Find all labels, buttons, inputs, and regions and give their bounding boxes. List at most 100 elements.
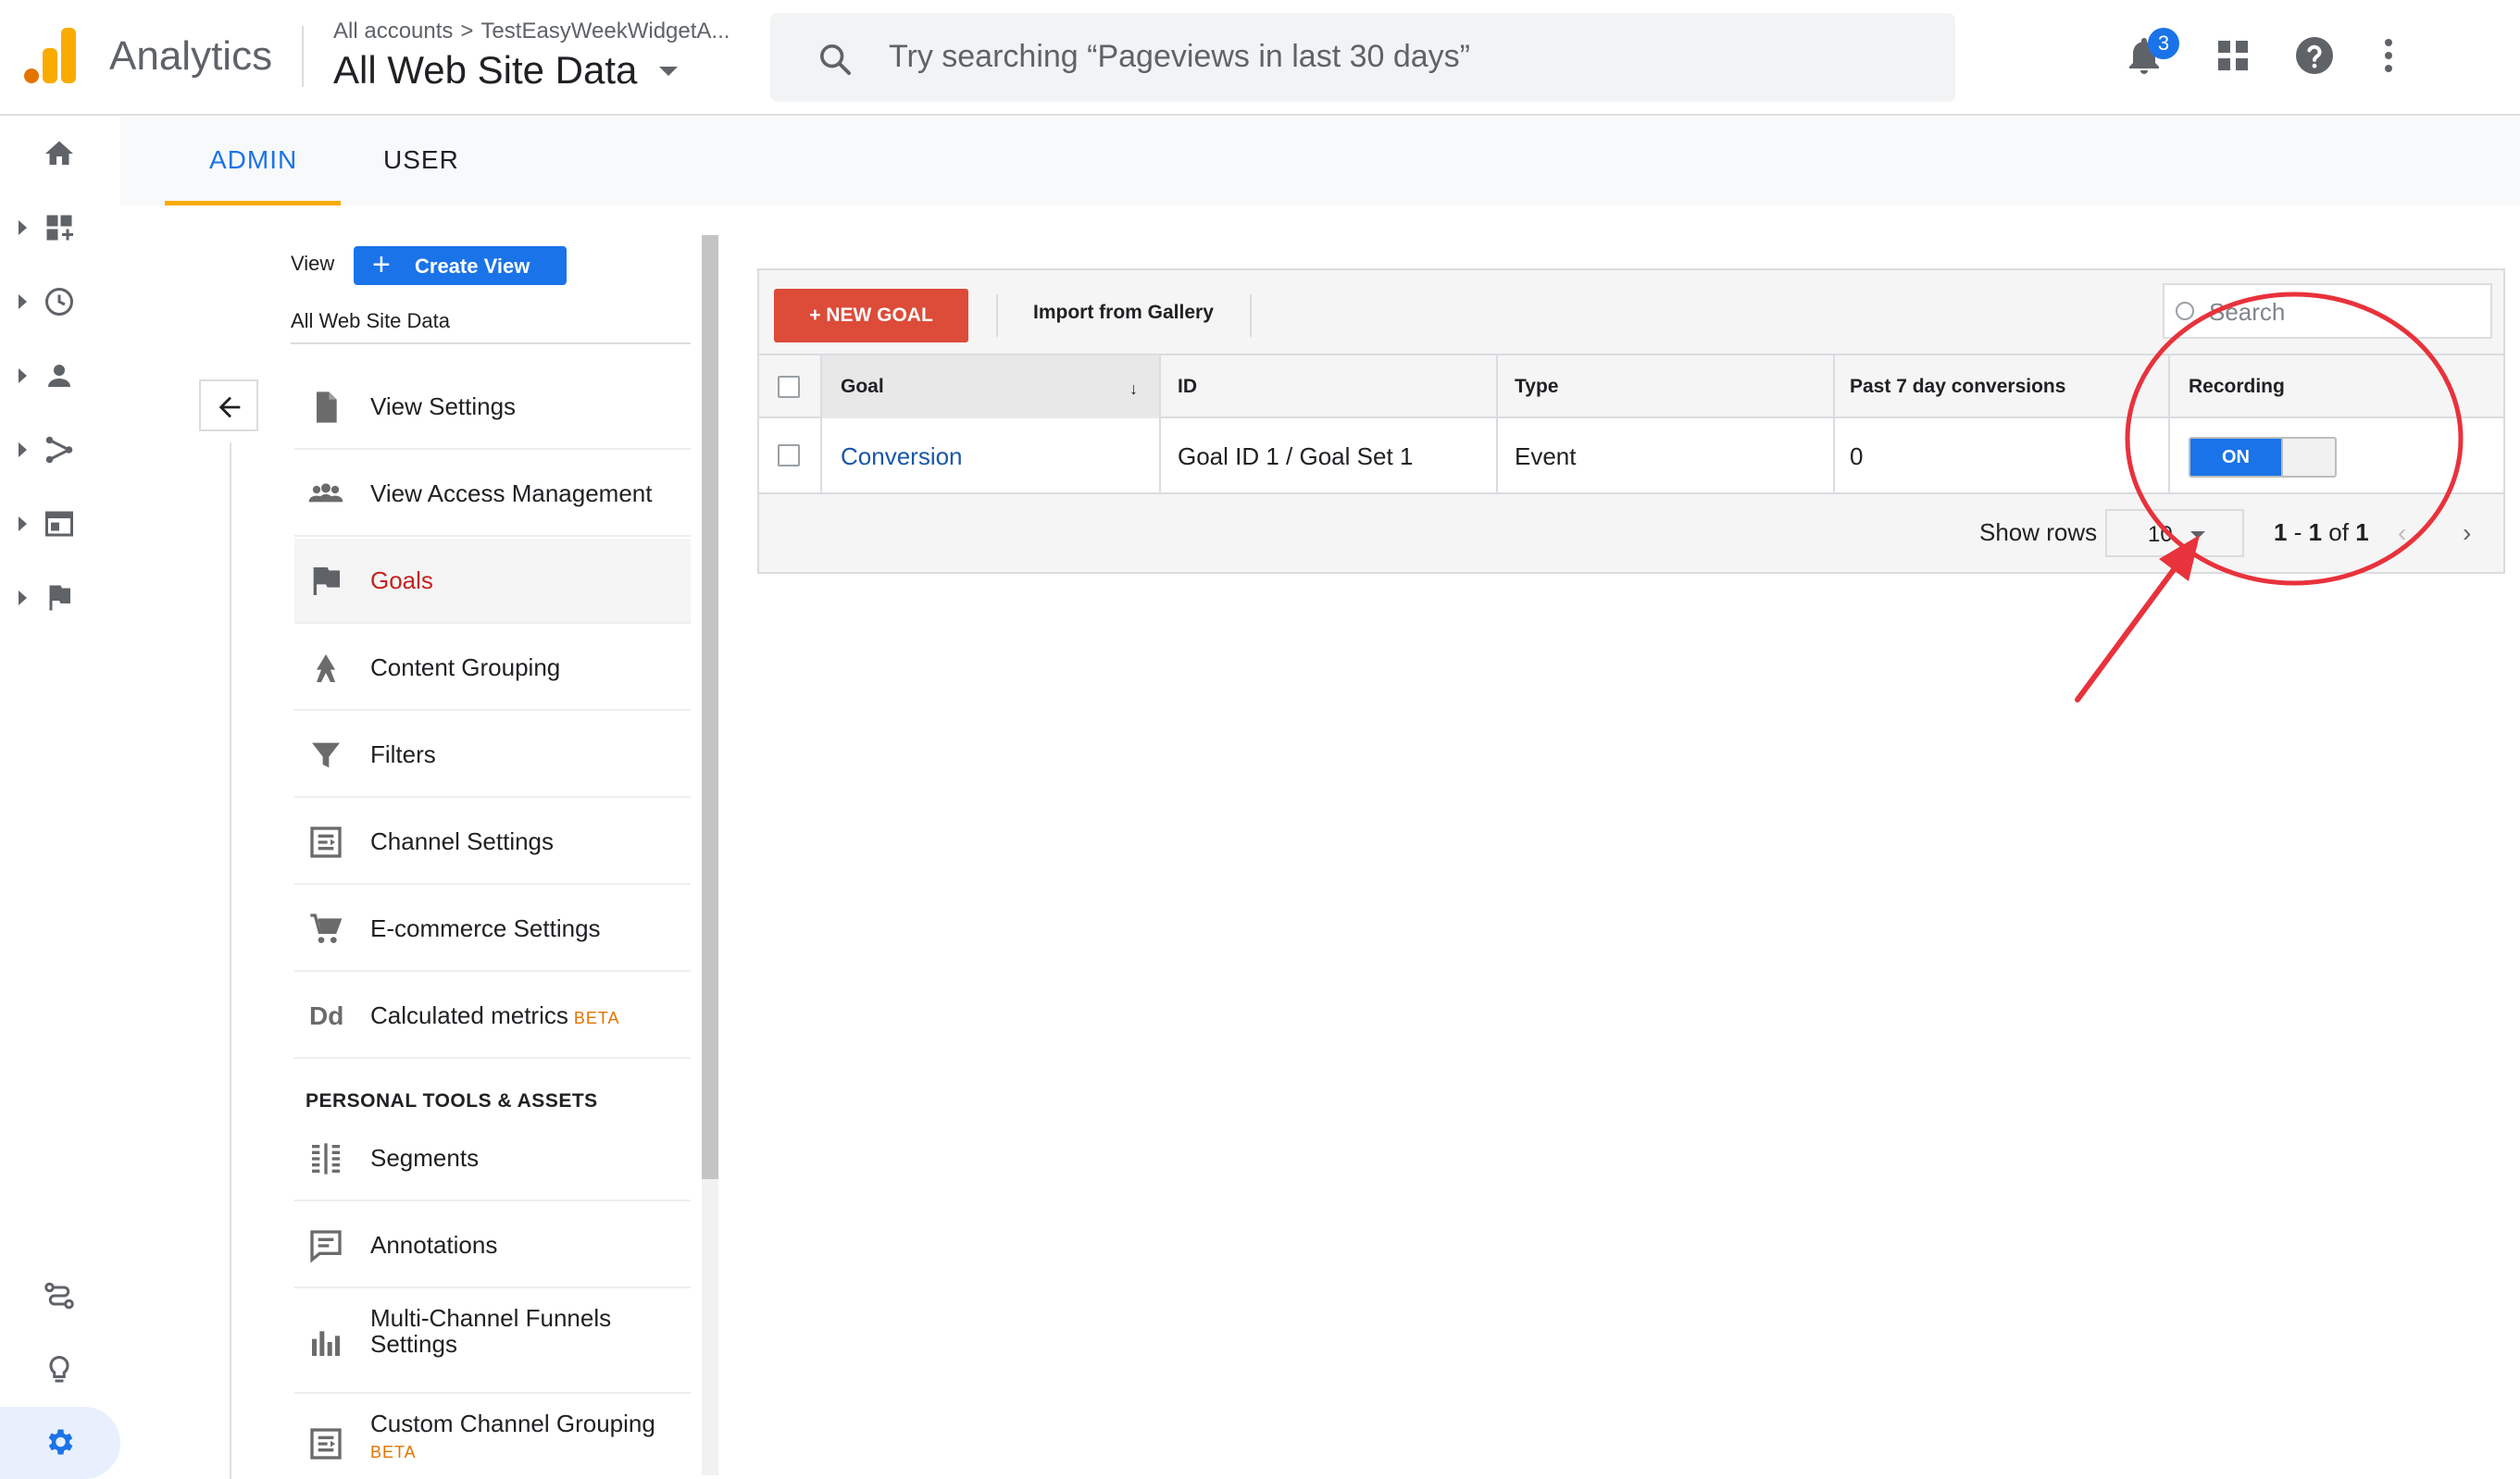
caret-down-icon[interactable] [659, 67, 678, 76]
behavior-icon [45, 511, 73, 537]
header-divider [302, 26, 304, 87]
menu-annotations[interactable]: Annotations [294, 1203, 691, 1288]
prev-page-icon[interactable]: ‹ [2398, 520, 2406, 546]
selected-view-name[interactable]: All Web Site Data [291, 309, 450, 333]
menu-channel-settings[interactable]: Channel Settings [294, 800, 691, 885]
rail-customization[interactable] [0, 200, 120, 255]
tab-user[interactable]: USER [383, 145, 459, 175]
menu-content-grouping[interactable]: Content Grouping [294, 626, 691, 711]
import-from-gallery-link[interactable]: Import from Gallery [1033, 302, 1214, 324]
menu-label: Filters [370, 740, 436, 768]
menu-ecommerce-settings[interactable]: E-commerce Settings [294, 887, 691, 972]
menu-label: Content Grouping [370, 653, 561, 681]
menu-label: View Access Management [370, 479, 653, 507]
app-name: Analytics [109, 33, 273, 79]
column-divider [1833, 355, 1835, 416]
gear-icon [48, 1429, 73, 1455]
column-divider [1496, 355, 1498, 416]
goal-name-link[interactable]: Conversion [841, 442, 963, 471]
select-all-checkbox[interactable] [778, 376, 800, 398]
search-placeholder: Try searching “Pageviews in last 30 days… [889, 39, 1471, 74]
rail-realtime[interactable] [0, 274, 120, 329]
annotation-icon [310, 1230, 342, 1263]
back-button[interactable] [199, 379, 258, 431]
create-view-button[interactable]: + Create View [354, 246, 567, 285]
rail-attribution[interactable] [0, 1268, 120, 1324]
nav-column-line [230, 442, 231, 1479]
notification-badge: 3 [2148, 28, 2179, 59]
rail-behavior[interactable] [0, 496, 120, 552]
menu-calculated-metrics[interactable]: Dd Calculated metrics BETA [294, 974, 691, 1059]
search-bar[interactable]: Try searching “Pageviews in last 30 days… [770, 13, 1955, 102]
menu-label: Calculated metrics BETA [370, 1001, 620, 1029]
menu-multi-channel-funnels[interactable]: Multi-Channel Funnels Settings [294, 1290, 691, 1394]
acquisition-icon [45, 436, 73, 464]
rows-per-page-value: 10 [2148, 522, 2173, 547]
analytics-logo-icon[interactable] [24, 28, 78, 83]
beta-badge: BETA [573, 1009, 620, 1027]
rail-audience[interactable] [0, 348, 120, 404]
divider [291, 342, 691, 344]
create-view-label: Create View [415, 255, 530, 278]
rows-per-page-select[interactable]: 10 [2105, 509, 2244, 557]
filter-icon [312, 742, 340, 768]
plus-icon: + [372, 247, 391, 282]
menu-view-settings[interactable]: View Settings [294, 365, 691, 450]
menu-label: Annotations [370, 1231, 498, 1259]
rail-insights[interactable] [0, 1342, 120, 1398]
breadcrumb-account[interactable]: TestEasyWeekWidgetA... [480, 19, 730, 44]
active-tab-indicator [165, 201, 341, 205]
column-header-type[interactable]: Type [1515, 376, 1558, 398]
help-icon[interactable] [2292, 33, 2337, 78]
menu-goals[interactable]: Goals [294, 539, 691, 624]
row-checkbox[interactable] [778, 444, 800, 466]
rail-acquisition[interactable] [0, 422, 120, 478]
menu-label: E-commerce Settings [370, 914, 601, 942]
menu-label: Goals [370, 566, 433, 594]
menu-label: Custom Channel Grouping BETA [370, 1410, 655, 1461]
flag-icon [49, 585, 70, 611]
sort-desc-icon[interactable]: ↓ [1129, 379, 1138, 399]
menu-custom-channel-grouping[interactable]: Custom Channel Grouping BETA [294, 1396, 691, 1479]
people-icon [308, 483, 343, 503]
rail-home[interactable] [0, 126, 120, 181]
menu-filters[interactable]: Filters [294, 713, 691, 798]
toggle-knob[interactable] [2281, 439, 2335, 476]
document-icon [317, 392, 337, 423]
home-icon [45, 141, 73, 165]
scrollbar-thumb[interactable] [702, 235, 718, 1179]
recording-toggle[interactable]: ON [2189, 437, 2337, 478]
rail-admin[interactable] [0, 1407, 120, 1479]
more-vert-icon[interactable] [2366, 33, 2411, 78]
column-header-conversions[interactable]: Past 7 day conversions [1850, 376, 2065, 398]
annotation-arrow-line [2075, 562, 2180, 702]
column-divider [1159, 418, 1161, 492]
table-row: Conversion Goal ID 1 / Goal Set 1 Event … [759, 418, 2503, 494]
caret-down-icon [2190, 531, 2205, 539]
menu-label: Channel Settings [370, 827, 555, 855]
table-search-input[interactable]: Search [2163, 283, 2492, 339]
column-header-goal[interactable]: Goal [841, 376, 884, 398]
menu-segments[interactable]: Segments [294, 1116, 691, 1201]
apps-grid-icon[interactable] [2211, 33, 2255, 78]
column-header-recording[interactable]: Recording [2189, 376, 2285, 398]
tab-admin[interactable]: ADMIN [209, 145, 297, 175]
breadcrumb[interactable]: All accounts > TestEasyWeekWidgetA... [333, 19, 730, 44]
menu-label: Multi-Channel Funnels Settings [370, 1304, 612, 1358]
page-range: 1 - 1 of 1 [2274, 518, 2369, 546]
menu-label: View Settings [370, 392, 517, 420]
toolbar-separator [1250, 294, 1252, 337]
table-header: Goal ↓ ID Type Past 7 day conversions Re… [759, 354, 2503, 418]
view-selector[interactable]: All Web Site Data [333, 48, 637, 93]
new-goal-button[interactable]: + NEW GOAL [774, 289, 968, 342]
rail-conversions[interactable] [0, 570, 120, 626]
column-header-id[interactable]: ID [1178, 376, 1197, 398]
column-divider [2168, 355, 2170, 416]
next-page-icon[interactable]: › [2463, 520, 2471, 546]
cart-icon [310, 914, 343, 943]
column-divider [1496, 418, 1498, 492]
section-header-personal-tools: PERSONAL TOOLS & ASSETS [306, 1090, 598, 1112]
breadcrumb-all-accounts[interactable]: All accounts [333, 19, 453, 44]
goal-conversions: 0 [1850, 442, 1864, 470]
menu-view-access[interactable]: View Access Management [294, 452, 691, 537]
